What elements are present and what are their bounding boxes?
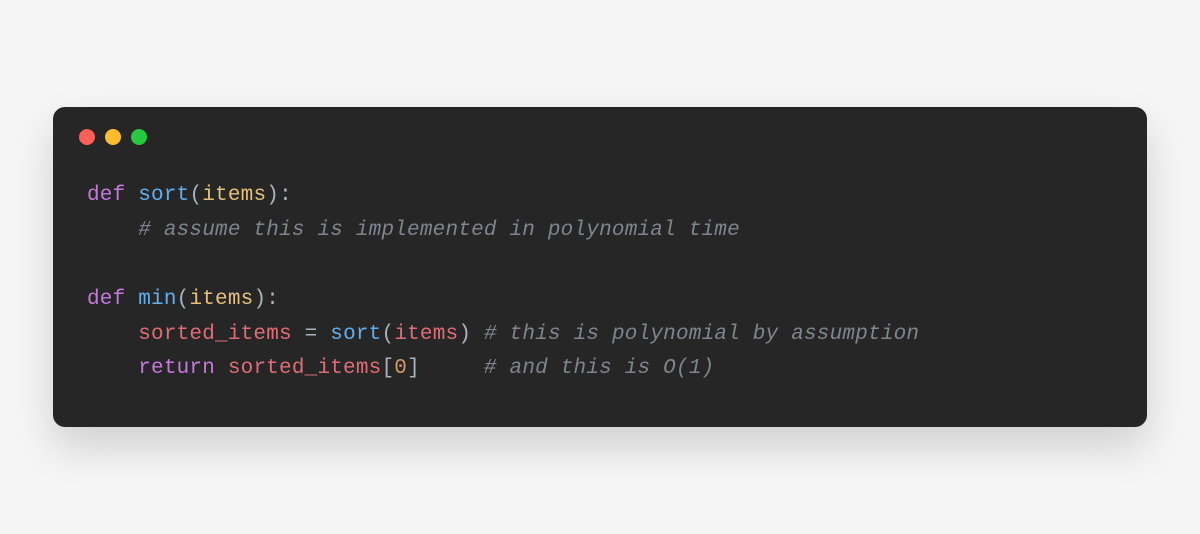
comment: # this is polynomial by assumption bbox=[484, 323, 919, 346]
close-icon[interactable] bbox=[79, 129, 95, 145]
comment: # and this is O(1) bbox=[484, 357, 714, 380]
comment: # assume this is implemented in polynomi… bbox=[138, 219, 740, 242]
code-line-4: def min(items): bbox=[87, 288, 279, 311]
variable: sorted_items bbox=[228, 357, 382, 380]
code-line-5: sorted_items = sort(items) # this is pol… bbox=[87, 323, 919, 346]
titlebar bbox=[53, 107, 1147, 145]
minimize-icon[interactable] bbox=[105, 129, 121, 145]
keyword-def: def bbox=[87, 184, 125, 207]
maximize-icon[interactable] bbox=[131, 129, 147, 145]
function-name: sort bbox=[138, 184, 189, 207]
param: items bbox=[189, 288, 253, 311]
param: items bbox=[202, 184, 266, 207]
keyword-def: def bbox=[87, 288, 125, 311]
number-literal: 0 bbox=[394, 357, 407, 380]
code-window: def sort(items): # assume this is implem… bbox=[53, 107, 1147, 427]
keyword-return: return bbox=[138, 357, 215, 380]
variable: sorted_items bbox=[138, 323, 292, 346]
argument: items bbox=[394, 323, 458, 346]
code-line-2: # assume this is implemented in polynomi… bbox=[87, 219, 740, 242]
code-content: def sort(items): # assume this is implem… bbox=[53, 145, 1147, 427]
code-line-6: return sorted_items[0] # and this is O(1… bbox=[87, 357, 714, 380]
code-line-1: def sort(items): bbox=[87, 184, 292, 207]
function-name: min bbox=[138, 288, 176, 311]
function-call: sort bbox=[330, 323, 381, 346]
